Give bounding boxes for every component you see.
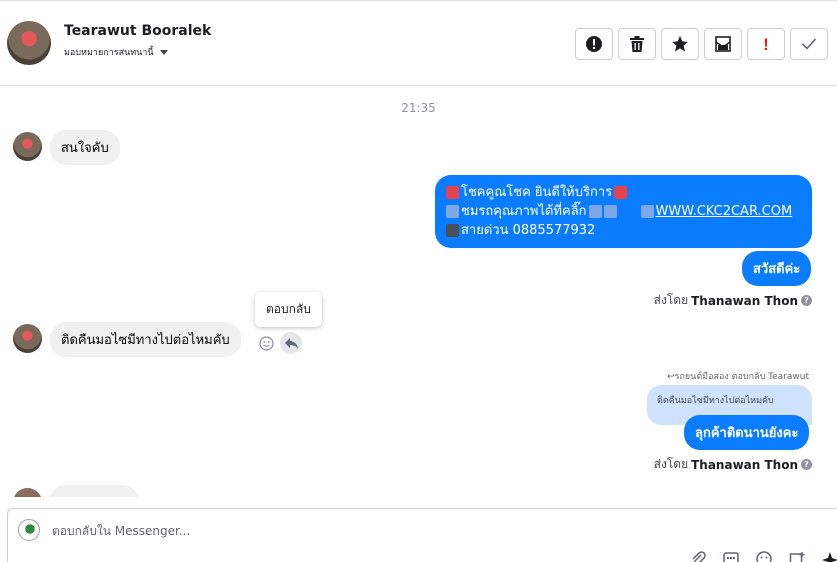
check-icon [801, 38, 817, 50]
reply-context-label: ↩รถยนต์มือสอง ตอบกลับ Tearawut [667, 372, 809, 382]
sparkle-icon [822, 552, 837, 562]
conversation-toolbar: ! [575, 28, 828, 60]
conversation-header: Tearawut Booralek มอบหมายการสนทนานี้ ! [0, 0, 837, 86]
message-timestamp: 21:35 [401, 101, 436, 115]
contact-name[interactable]: Tearawut Booralek [64, 23, 211, 39]
mark-unread-button[interactable] [704, 28, 742, 60]
reply-button[interactable] [280, 332, 302, 354]
message-actions [259, 332, 302, 354]
assign-conversation-dropdown[interactable]: มอบหมายการสนทนานี้ [64, 45, 168, 59]
spam-button[interactable]: ! [747, 28, 785, 60]
reply-icon [284, 337, 298, 349]
star-button[interactable] [661, 28, 699, 60]
alert-icon [586, 36, 602, 52]
saved-reply-button[interactable] [787, 551, 807, 562]
page-avatar [18, 519, 40, 541]
delete-button[interactable] [618, 28, 656, 60]
done-button[interactable] [790, 28, 828, 60]
incoming-message[interactable]: ติดคืนมอไซมีทางไปต่อไหมคับ [50, 322, 241, 357]
trash-icon [630, 36, 644, 52]
down-arrow-emoji-icon [603, 205, 617, 218]
message-line: โชคคูณโชค ยินดีให้บริการ [446, 183, 801, 202]
incoming-message[interactable] [50, 485, 138, 497]
emoji-button[interactable] [754, 551, 774, 562]
exclamation-icon: ! [763, 34, 769, 54]
composer-toolbar [688, 551, 837, 562]
incoming-message[interactable]: สนใจคับ [50, 130, 120, 165]
sender-avatar[interactable] [13, 324, 42, 353]
outgoing-message[interactable]: ลุกค้าติดนานยังคะ [684, 415, 810, 450]
help-icon[interactable]: ? [801, 459, 812, 470]
down-arrow-emoji-icon [588, 205, 602, 218]
emoji-icon [756, 551, 772, 562]
help-icon[interactable]: ? [801, 295, 812, 306]
smiley-icon [259, 335, 274, 351]
emoji-icon [446, 186, 459, 199]
saved-reply-icon [789, 552, 805, 562]
sender-avatar[interactable] [13, 132, 42, 161]
attach-button[interactable] [688, 551, 708, 562]
play-emoji-icon [446, 205, 459, 218]
caret-down-icon [159, 49, 168, 55]
report-button[interactable] [575, 28, 613, 60]
message-line: สายด่วน 0885577932 [446, 221, 801, 240]
website-link[interactable]: WWW.CKC2CAR.COM [656, 202, 793, 221]
message-line: ชมรถคุณภาพได้ที่คลิ๊ก WWW.CKC2CAR.COM [446, 202, 801, 221]
more-button[interactable] [820, 551, 837, 562]
message-thread[interactable]: 21:35 สนใจคับ โชคคูณโชค ยินดีให้บริการ ช… [0, 87, 837, 497]
gif-icon [723, 552, 739, 562]
outgoing-message[interactable]: สวัสดีค่ะ [742, 251, 812, 286]
sent-by-label: ส่งโดย Thanawan Thon ? [654, 455, 812, 474]
reply-tooltip: ตอบกลับ [255, 292, 322, 327]
outgoing-message[interactable]: โชคคูณโชค ยินดีให้บริการ ชมรถคุณภาพได้ที… [435, 175, 812, 248]
contact-avatar[interactable] [7, 21, 51, 65]
star-icon [672, 36, 688, 52]
sender-avatar[interactable] [13, 488, 42, 497]
phone-emoji-icon [446, 224, 459, 237]
assign-label: มอบหมายการสนทนานี้ [64, 48, 154, 58]
reply-arrow-icon: ↩ [667, 372, 675, 382]
attachment-icon [692, 551, 706, 562]
play-emoji-icon [640, 205, 654, 218]
react-button[interactable] [259, 335, 274, 351]
reply-composer [7, 508, 837, 562]
gif-button[interactable] [721, 551, 741, 562]
reply-input[interactable] [52, 521, 652, 541]
mark-unread-icon [715, 36, 731, 52]
emoji-icon [614, 186, 628, 199]
sent-by-label: ส่งโดย Thanawan Thon ? [654, 291, 812, 310]
